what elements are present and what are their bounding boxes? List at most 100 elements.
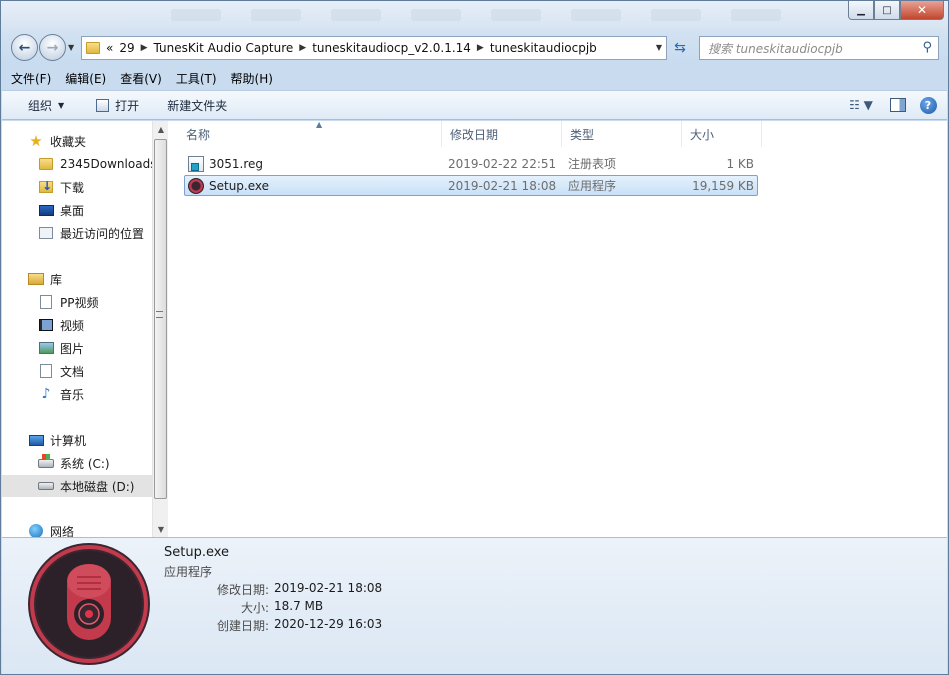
open-button[interactable]: 打开 [90,93,145,117]
breadcrumb-separator-icon[interactable]: ▶ [299,43,306,53]
file-list: 名称 ▲ 修改日期 类型 大小 3051.reg 2019-02-22 22:5… [168,120,947,537]
nav-network[interactable]: 网络 [2,520,152,537]
recent-places-icon [39,227,53,239]
menu-view[interactable]: 查看(V) [118,68,164,89]
change-view-button[interactable]: ☷ ▼ [843,94,879,116]
address-dropdown-icon[interactable]: ▼ [656,43,662,52]
details-file-name: Setup.exe [164,545,230,560]
nav-scrollbar[interactable]: ▲ ▼ [152,121,168,537]
minimize-button[interactable]: ▁ [848,1,874,20]
back-button[interactable]: ← [11,34,38,61]
menu-bar: 文件(F) 编辑(E) 查看(V) 工具(T) 帮助(H) [9,67,285,89]
computer-icon [28,434,44,446]
picture-icon [38,342,54,354]
column-label: 修改日期 [450,127,499,142]
organize-label: 组织 [28,98,53,113]
video-icon [39,319,53,331]
menu-help[interactable]: 帮助(H) [229,68,275,89]
forward-button[interactable]: → [39,34,66,61]
star-icon: ★ [29,132,43,150]
nav-label: 桌面 [60,203,85,218]
background-blur [331,9,381,21]
nav-label: 下载 [60,180,85,195]
breadcrumb-separator-icon[interactable]: ▶ [141,43,148,53]
preview-pane-button[interactable] [887,94,909,116]
menu-edit[interactable]: 编辑(E) [63,68,108,89]
downloads-folder-icon [39,179,53,193]
breadcrumb-segment[interactable]: tuneskitaudiocp_v2.0.1.14 [312,41,471,55]
search-box[interactable]: 搜索 tuneskitaudiocpjb ⚲ [699,36,939,60]
column-header-type[interactable]: 类型 [562,121,682,147]
column-header-name[interactable]: 名称 ▲ [178,120,442,147]
column-header-size[interactable]: 大小 [682,121,762,147]
nav-pp-video[interactable]: PP视频 [2,291,152,313]
background-blur [731,9,781,21]
arrow-left-icon: ← [18,39,31,56]
nav-favorites[interactable]: ★ 收藏夹 [2,130,152,152]
file-row-selected[interactable]: Setup.exe 2019-02-21 18:08 应用程序 19,159 K… [184,175,758,196]
file-size: 1 KB [726,156,754,171]
new-folder-button[interactable]: 新建文件夹 [161,93,233,117]
nav-pictures[interactable]: 图片 [2,337,152,359]
scroll-up-icon[interactable]: ▲ [153,121,169,137]
nav-label: 计算机 [50,433,87,448]
views-icon: ☷ ▼ [849,98,873,112]
recent-pages-dropdown[interactable]: ▼ [68,43,74,52]
nav-desktop[interactable]: 桌面 [2,199,152,221]
nav-label: 系统 (C:) [60,456,110,471]
nav-libraries[interactable]: 库 [2,268,152,290]
search-placeholder: 搜索 tuneskitaudiocpjb [708,41,843,56]
chevron-down-icon: ▼ [58,100,65,110]
hard-drive-icon [38,482,54,490]
background-blur [651,9,701,21]
nav-drive-d[interactable]: 本地磁盘 (D:) [2,475,152,497]
command-bar: 组织 ▼ 打开 新建文件夹 ☷ ▼ ? [2,90,947,120]
music-note-icon: ♪ [41,386,51,402]
view-controls: ☷ ▼ ? [835,94,939,116]
file-type: 应用程序 [568,179,617,193]
details-value: 2019-02-21 18:08 [274,581,383,595]
nav-computer[interactable]: 计算机 [2,429,152,451]
maximize-button[interactable]: □ [874,1,900,20]
address-bar[interactable]: « 29 ▶ TunesKit Audio Capture ▶ tuneskit… [81,36,667,60]
desktop-icon [38,204,54,216]
address-overflow[interactable]: « [106,41,113,55]
nav-music[interactable]: ♪ 音乐 [2,383,152,405]
breadcrumb-separator-icon[interactable]: ▶ [477,43,484,53]
background-blur [411,9,461,21]
column-header-modified[interactable]: 修改日期 [442,121,562,147]
system-drive-icon [38,453,54,468]
nav-recent-places[interactable]: 最近访问的位置 [2,222,152,244]
arrow-right-icon: → [46,39,59,56]
document-icon [40,364,52,378]
scroll-thumb[interactable] [154,139,167,499]
breadcrumb-segment[interactable]: tuneskitaudiocpjb [490,41,597,55]
organize-button[interactable]: 组织 ▼ [22,93,70,117]
library-icon [28,273,44,285]
breadcrumb-segment[interactable]: 29 [119,41,134,55]
menu-file[interactable]: 文件(F) [9,68,53,89]
tuneskit-app-large-icon [28,543,150,665]
column-label: 类型 [570,127,595,142]
search-icon[interactable]: ⚲ [922,40,932,55]
nav-2345downloads[interactable]: 2345Downloads [2,153,152,175]
file-row[interactable]: 3051.reg 2019-02-22 22:51 注册表项 1 KB [184,153,758,174]
help-button[interactable]: ? [917,94,939,116]
breadcrumb-segment[interactable]: TunesKit Audio Capture [154,41,294,55]
close-button[interactable]: ✕ [900,1,944,20]
nav-documents[interactable]: 文档 [2,360,152,382]
file-modified: 2019-02-21 18:08 [448,178,557,193]
refresh-button[interactable]: ⇆ [669,36,691,60]
folder-icon [86,42,100,54]
folder-icon [39,158,53,170]
menu-tools[interactable]: 工具(T) [174,68,219,89]
preview-pane-icon [890,98,906,112]
column-label: 名称 [186,127,211,142]
nav-downloads[interactable]: 下载 [2,176,152,198]
nav-drive-c[interactable]: 系统 (C:) [2,452,152,474]
details-pane: Setup.exe 应用程序 修改日期: 2019-02-21 18:08 大小… [2,537,947,674]
nav-videos[interactable]: 视频 [2,314,152,336]
file-name-cell: 3051.reg [188,153,263,174]
nav-label: 收藏夹 [50,134,87,149]
scroll-down-icon[interactable]: ▼ [153,521,169,537]
